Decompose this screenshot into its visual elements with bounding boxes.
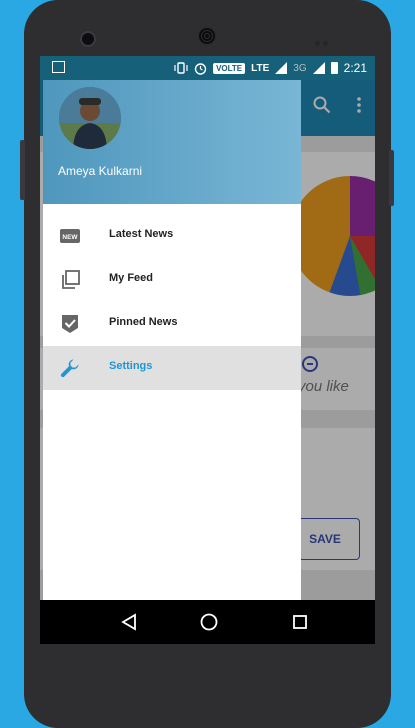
3g-indicator: 3G	[293, 62, 307, 74]
side-button-left	[20, 140, 25, 200]
menu-item-my-feed[interactable]: My Feed	[43, 258, 301, 302]
clock: 2:21	[343, 61, 367, 75]
power-button	[389, 150, 394, 206]
screen: you like SAVE VOLTE LTE 3G 2:21 Ameya Ku…	[40, 56, 375, 644]
navigation-drawer: Ameya Kulkarni NEW Latest News My Feed P…	[43, 80, 301, 600]
alarm-icon	[194, 62, 207, 75]
avatar[interactable]	[59, 87, 121, 149]
drawer-menu: NEW Latest News My Feed Pinned News Sett…	[43, 214, 301, 390]
signal-icon-2	[312, 62, 325, 74]
volte-indicator: VOLTE	[213, 62, 246, 74]
lte-indicator: LTE	[251, 62, 270, 74]
new-badge-text: NEW	[62, 234, 78, 241]
new-badge-icon: NEW	[60, 229, 80, 243]
menu-item-label: Pinned News	[109, 316, 178, 328]
vibrate-icon	[174, 62, 188, 74]
front-camera	[80, 31, 96, 47]
copy-pages-icon	[62, 270, 80, 289]
back-icon[interactable]	[121, 613, 136, 631]
signal-icon-1	[275, 62, 288, 74]
menu-item-label: My Feed	[109, 272, 154, 284]
menu-item-label: Settings	[109, 360, 153, 372]
recents-icon[interactable]	[293, 615, 307, 629]
checkmark-shield-icon	[62, 315, 78, 333]
image-notification-icon	[52, 61, 65, 73]
home-icon[interactable]	[200, 613, 218, 631]
status-bar: VOLTE LTE 3G 2:21	[40, 56, 375, 80]
proximity-sensor	[315, 33, 335, 46]
earpiece-speaker	[198, 27, 216, 45]
menu-item-settings[interactable]: Settings	[43, 346, 301, 390]
menu-item-latest-news[interactable]: NEW Latest News	[43, 214, 301, 258]
user-name: Ameya Kulkarni	[58, 164, 143, 178]
wrench-icon	[60, 359, 79, 378]
navigation-bar	[40, 600, 375, 644]
drawer-header: Ameya Kulkarni	[43, 80, 301, 204]
menu-item-label: Latest News	[109, 228, 174, 240]
battery-icon	[330, 62, 338, 74]
menu-item-pinned-news[interactable]: Pinned News	[43, 302, 301, 346]
